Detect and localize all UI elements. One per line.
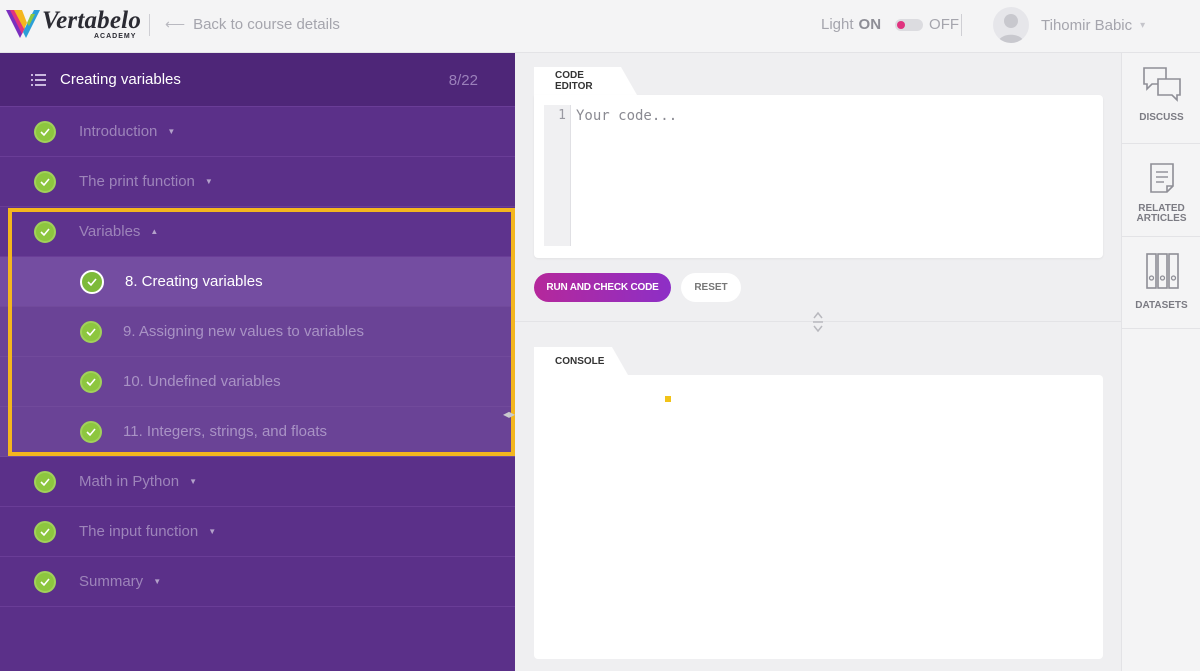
user-menu[interactable]: Tihomir Babic ▾ [993, 7, 1145, 43]
arrow-left-icon: ⟵ [165, 16, 186, 32]
avatar [993, 7, 1029, 43]
chapter-introduction[interactable]: Introduction ▼ [0, 107, 515, 157]
logo-mark-icon [6, 10, 40, 38]
caret-up-icon: ▲ [150, 227, 159, 236]
lesson-label: 9. Assigning new values to variables [123, 323, 364, 340]
logo-text: Vertabelo [42, 7, 142, 34]
reset-button[interactable]: RESET [681, 273, 741, 302]
related-articles-label: RELATED ARTICLES [1136, 203, 1187, 224]
logo-sub: ACADEMY [94, 33, 137, 40]
caret-down-icon: ▼ [204, 177, 213, 186]
document-icon [1149, 163, 1174, 193]
code-editor[interactable]: 1 Your code... [534, 95, 1103, 258]
related-articles-button[interactable]: RELATED ARTICLES [1122, 144, 1200, 237]
chapter-label: Introduction [79, 123, 158, 140]
current-lesson-title: Creating variables [60, 71, 181, 88]
check-icon [80, 269, 104, 294]
header-divider [149, 14, 150, 36]
tab-code-editor[interactable]: CODE EDITOR [534, 67, 637, 95]
chapter-label: The input function [79, 523, 199, 540]
theme-on-label: ON [858, 16, 882, 33]
lesson-progress: 8/22 [448, 72, 478, 89]
check-icon [80, 370, 102, 393]
chapter-variables[interactable]: Variables ▲ [0, 207, 515, 257]
top-header: Vertabelo ACADEMY ⟵ Back to course detai… [0, 0, 1200, 53]
binders-icon [1145, 253, 1179, 289]
chat-bubbles-icon [1142, 67, 1181, 102]
code-input[interactable]: Your code... [576, 108, 677, 124]
lesson-label: 10. Undefined variables [123, 373, 281, 390]
tab-console[interactable]: CONSOLE [534, 347, 628, 375]
theme-light-label: Light [821, 16, 854, 33]
caret-down-icon: ▼ [189, 477, 197, 486]
chapter-input-function[interactable]: The input function ▼ [0, 507, 515, 557]
user-name: Tihomir Babic [1041, 16, 1133, 34]
user-silhouette-icon [998, 14, 1024, 43]
check-icon [34, 520, 56, 543]
caret-down-icon: ▼ [167, 127, 176, 136]
discuss-button[interactable]: DISCUSS [1122, 53, 1200, 144]
check-icon [80, 320, 102, 343]
lesson-label: 8. Creating variables [125, 273, 263, 290]
check-icon [34, 220, 56, 243]
right-rail: DISCUSS RELATED ARTICLES DATASETS [1121, 53, 1200, 671]
light-switch[interactable] [895, 18, 924, 31]
discuss-label: DISCUSS [1139, 112, 1184, 123]
chapter-summary[interactable]: Summary ▼ [0, 557, 515, 607]
chapter-label: Summary [79, 573, 144, 590]
switch-knob [897, 20, 906, 29]
lesson-creating-variables[interactable]: 8. Creating variables [0, 257, 515, 307]
datasets-button[interactable]: DATASETS [1122, 237, 1200, 329]
line-gutter: 1 [544, 105, 571, 246]
chapter-print-function[interactable]: The print function ▼ [0, 157, 515, 207]
caret-down-icon: ▼ [153, 577, 162, 586]
chevron-down-icon: ▾ [1140, 19, 1146, 31]
console-cursor [665, 396, 671, 402]
lesson-integers-strings-floats[interactable]: 11. Integers, strings, and floats [0, 407, 515, 457]
console-output [534, 375, 1103, 659]
list-icon [31, 73, 46, 86]
theme-toggle: Light ON OFF [821, 16, 959, 33]
back-label: Back to course details [193, 16, 340, 33]
lesson-label: 11. Integers, strings, and floats [123, 423, 328, 440]
chapter-label: Variables [79, 223, 141, 240]
course-sidebar: Creating variables 8/22 Introduction ▼ T… [0, 53, 515, 671]
lesson-assigning-values[interactable]: 9. Assigning new values to variables [0, 307, 515, 357]
run-and-check-button[interactable]: RUN AND CHECK CODE [534, 273, 671, 302]
check-icon [34, 470, 56, 493]
chapter-label: Math in Python [79, 473, 180, 490]
vertabelo-logo[interactable]: Vertabelo ACADEMY [4, 6, 154, 42]
lesson-undefined-variables[interactable]: 10. Undefined variables [0, 357, 515, 407]
back-to-course-link[interactable]: ⟵ Back to course details [165, 16, 340, 33]
chapter-math-in-python[interactable]: Math in Python ▼ [0, 457, 515, 507]
check-icon [34, 170, 56, 193]
workspace: CODE EDITOR 1 Your code... RUN AND CHECK… [515, 53, 1121, 671]
datasets-label: DATASETS [1135, 300, 1188, 311]
check-icon [80, 420, 102, 443]
check-icon [34, 570, 56, 593]
resize-vertical-icon[interactable] [811, 310, 825, 334]
theme-off-label: OFF [929, 16, 960, 33]
check-icon [34, 120, 56, 143]
chapter-label: The print function [79, 173, 195, 190]
resize-horizontal-icon[interactable]: ◂▸ [503, 407, 515, 421]
sidebar-header[interactable]: Creating variables 8/22 [0, 53, 515, 107]
caret-down-icon: ▼ [208, 527, 217, 536]
header-divider [961, 14, 962, 36]
